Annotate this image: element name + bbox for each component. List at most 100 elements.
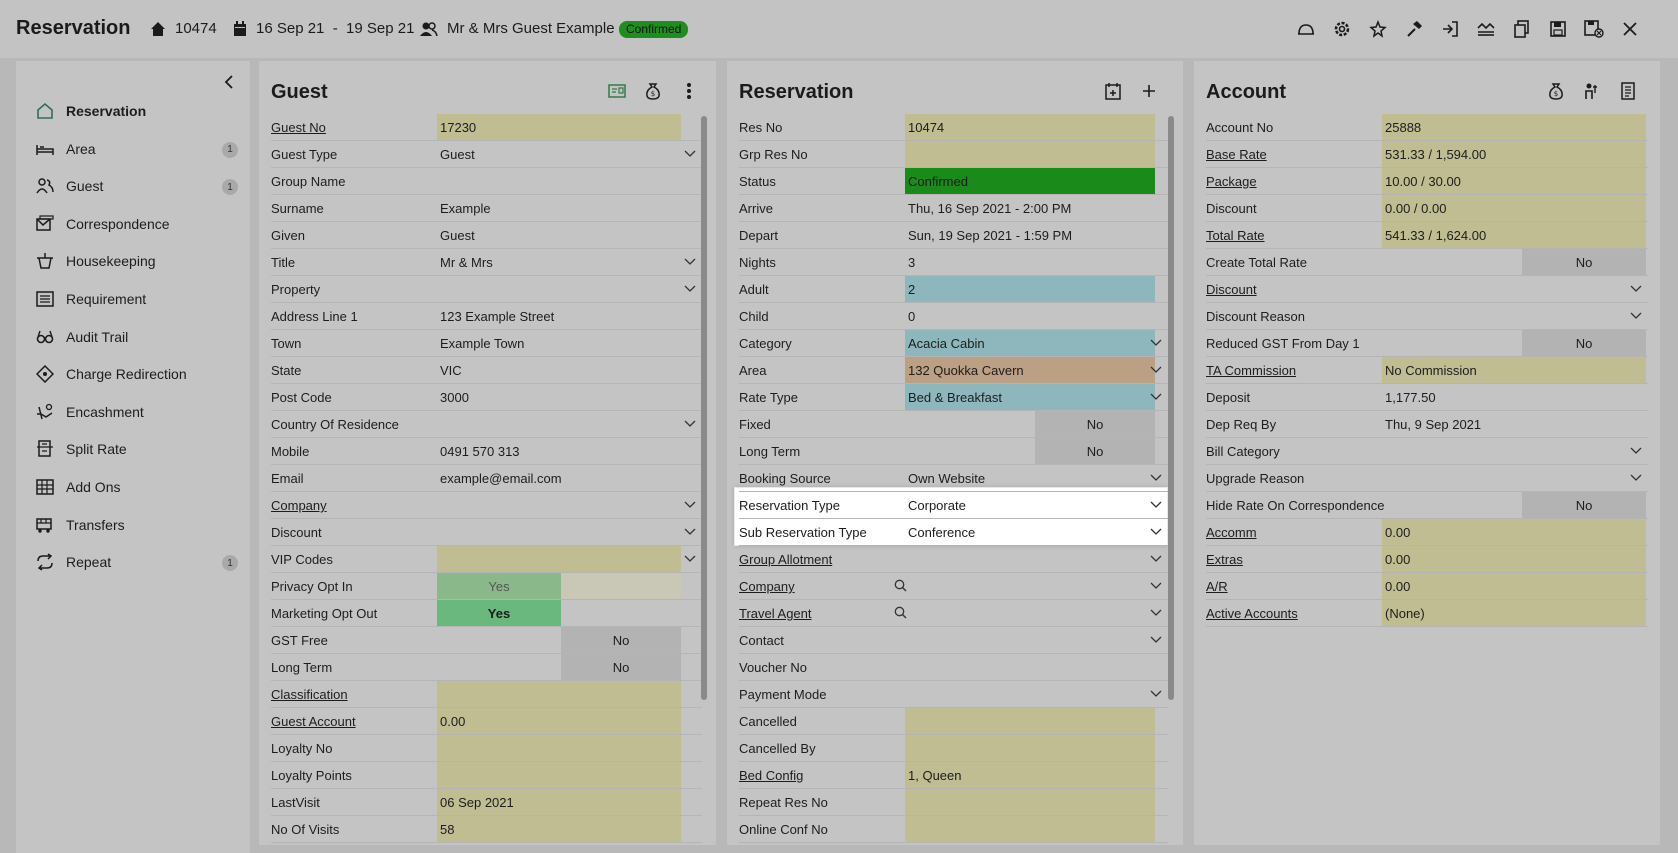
close-icon[interactable] <box>1612 17 1648 41</box>
marketing-opt-out-field[interactable]: Yes <box>437 600 561 626</box>
hide-rate-on-correspondence-field[interactable]: No <box>1522 492 1646 518</box>
sidebar-item-guest[interactable]: Guest 1 <box>36 172 238 200</box>
sidebar-item-charge-redirection[interactable]: Charge Redirection <box>36 360 236 388</box>
company-field[interactable] <box>437 492 681 518</box>
id-card-icon[interactable] <box>599 80 635 102</box>
repeat-res-no-field[interactable] <box>905 789 1155 815</box>
calendar-add-icon[interactable] <box>1095 80 1131 102</box>
long-term-field[interactable]: No <box>1035 438 1155 464</box>
sidebar-item-split-rate[interactable]: Split Rate <box>36 435 236 463</box>
money-bag-icon[interactable]: $ <box>635 80 671 102</box>
mobile-field[interactable]: 0491 570 313 <box>437 438 681 464</box>
company-label[interactable]: Company <box>271 498 327 513</box>
address-line-1-field[interactable]: 123 Example Street <box>437 303 681 329</box>
ta-commission-field[interactable]: No Commission <box>1382 357 1646 383</box>
discount-field[interactable] <box>437 519 681 545</box>
loyalty-no-field[interactable] <box>437 735 681 761</box>
sidebar-item-encashment[interactable]: Encashment <box>36 398 236 426</box>
sparkle-star-icon[interactable] <box>1360 17 1396 41</box>
guest-type-field[interactable]: Guest <box>437 141 681 167</box>
money-bag-icon[interactable]: $ <box>1538 80 1574 102</box>
given-field[interactable]: Guest <box>437 222 681 248</box>
accomm-field[interactable]: 0.00 <box>1382 519 1646 545</box>
grp-res-no-field[interactable] <box>905 141 1155 167</box>
rate-type-field[interactable]: Bed & Breakfast <box>905 384 1155 410</box>
voucher-no-field[interactable] <box>905 654 1155 680</box>
property-field[interactable] <box>437 276 681 302</box>
nights-field[interactable]: 3 <box>905 249 1155 275</box>
hammer-icon[interactable] <box>1396 17 1432 41</box>
extras-field[interactable]: 0.00 <box>1382 546 1646 572</box>
package-field[interactable]: 10.00 / 30.00 <box>1382 168 1646 194</box>
sidebar-item-audit-trail[interactable]: Audit Trail <box>36 323 236 351</box>
bed-config-field[interactable]: 1, Queen <box>905 762 1155 788</box>
discount-field[interactable] <box>1382 276 1646 302</box>
loyalty-points-field[interactable] <box>437 762 681 788</box>
active-accounts-field[interactable]: (None) <box>1382 600 1646 626</box>
extras-label[interactable]: Extras <box>1206 552 1243 567</box>
save-icon[interactable] <box>1540 17 1576 41</box>
guest-account-label[interactable]: Guest Account <box>271 714 356 729</box>
lastvisit-field[interactable]: 06 Sep 2021 <box>437 789 681 815</box>
sidebar-item-requirement[interactable]: Requirement <box>36 285 236 313</box>
total-rate-field[interactable]: 541.33 / 1,624.00 <box>1382 222 1646 248</box>
sidebar-item-add-ons[interactable]: Add Ons <box>36 473 236 501</box>
reservation-scrollbar[interactable] <box>1168 116 1174 700</box>
post-code-field[interactable]: 3000 <box>437 384 681 410</box>
search-icon[interactable] <box>894 579 907 592</box>
fixed-field[interactable]: No <box>1035 411 1155 437</box>
guest-scrollbar[interactable] <box>701 116 707 700</box>
travel-agent-field[interactable] <box>905 600 1155 626</box>
person-money-icon[interactable] <box>1574 80 1610 102</box>
area-field[interactable]: 132 Quokka Cavern <box>905 357 1155 383</box>
reservation-type-field[interactable]: Corporate <box>905 492 1155 518</box>
payment-mode-field[interactable] <box>905 681 1155 707</box>
dep-req-by-field[interactable]: Thu, 9 Sep 2021 <box>1382 411 1646 437</box>
group-allotment-field[interactable] <box>905 546 1155 572</box>
base-rate-field[interactable]: 531.33 / 1,594.00 <box>1382 141 1646 167</box>
company-field[interactable] <box>905 573 1155 599</box>
arrive-field[interactable]: Thu, 16 Sep 2021 - 2:00 PM <box>905 195 1155 221</box>
title-field[interactable]: Mr & Mrs <box>437 249 681 275</box>
copy-icon[interactable] <box>1504 17 1540 41</box>
bed-config-label[interactable]: Bed Config <box>739 768 803 783</box>
total-rate-label[interactable]: Total Rate <box>1206 228 1265 243</box>
child-field[interactable]: 0 <box>905 303 1155 329</box>
multi-room-icon[interactable] <box>1468 17 1504 41</box>
guest-no-field[interactable]: 17230 <box>437 114 681 140</box>
sub-reservation-type-field[interactable]: Conference <box>905 519 1155 545</box>
town-field[interactable]: Example Town <box>437 330 681 356</box>
sidebar-item-correspondence[interactable]: Correspondence <box>36 210 236 238</box>
classification-label[interactable]: Classification <box>271 687 348 702</box>
accomm-label[interactable]: Accomm <box>1206 525 1257 540</box>
classification-field[interactable] <box>437 681 681 707</box>
a-r-field[interactable]: 0.00 <box>1382 573 1646 599</box>
sidebar-item-area[interactable]: Area 1 <box>36 135 238 163</box>
adult-field[interactable]: 2 <box>905 276 1155 302</box>
surname-field[interactable]: Example <box>437 195 681 221</box>
upgrade-reason-field[interactable] <box>1382 465 1646 491</box>
group-name-field[interactable] <box>437 168 681 194</box>
status-field[interactable]: Confirmed <box>905 168 1155 194</box>
guest-no-label[interactable]: Guest No <box>271 120 326 135</box>
category-field[interactable]: Acacia Cabin <box>905 330 1155 356</box>
search-icon[interactable] <box>894 606 907 619</box>
a-r-label[interactable]: A/R <box>1206 579 1228 594</box>
gear-icon[interactable] <box>1324 17 1360 41</box>
base-rate-label[interactable]: Base Rate <box>1206 147 1267 162</box>
contact-field[interactable] <box>905 627 1155 653</box>
group-allotment-label[interactable]: Group Allotment <box>739 552 832 567</box>
long-term-field[interactable]: No <box>561 654 681 680</box>
discount-label[interactable]: Discount <box>1206 282 1257 297</box>
active-accounts-label[interactable]: Active Accounts <box>1206 606 1298 621</box>
bell-service-icon[interactable] <box>1288 17 1324 41</box>
chevron-left-icon[interactable] <box>223 75 235 89</box>
save-close-icon[interactable] <box>1576 17 1612 41</box>
discount-reason-field[interactable] <box>1382 303 1646 329</box>
online-conf-no-field[interactable] <box>905 816 1155 842</box>
reduced-gst-from-day-1-field[interactable]: No <box>1522 330 1646 356</box>
res-no-field[interactable]: 10474 <box>905 114 1155 140</box>
guest-account-field[interactable]: 0.00 <box>437 708 681 734</box>
sidebar-item-repeat[interactable]: Repeat 1 <box>36 548 238 576</box>
state-field[interactable]: VIC <box>437 357 681 383</box>
